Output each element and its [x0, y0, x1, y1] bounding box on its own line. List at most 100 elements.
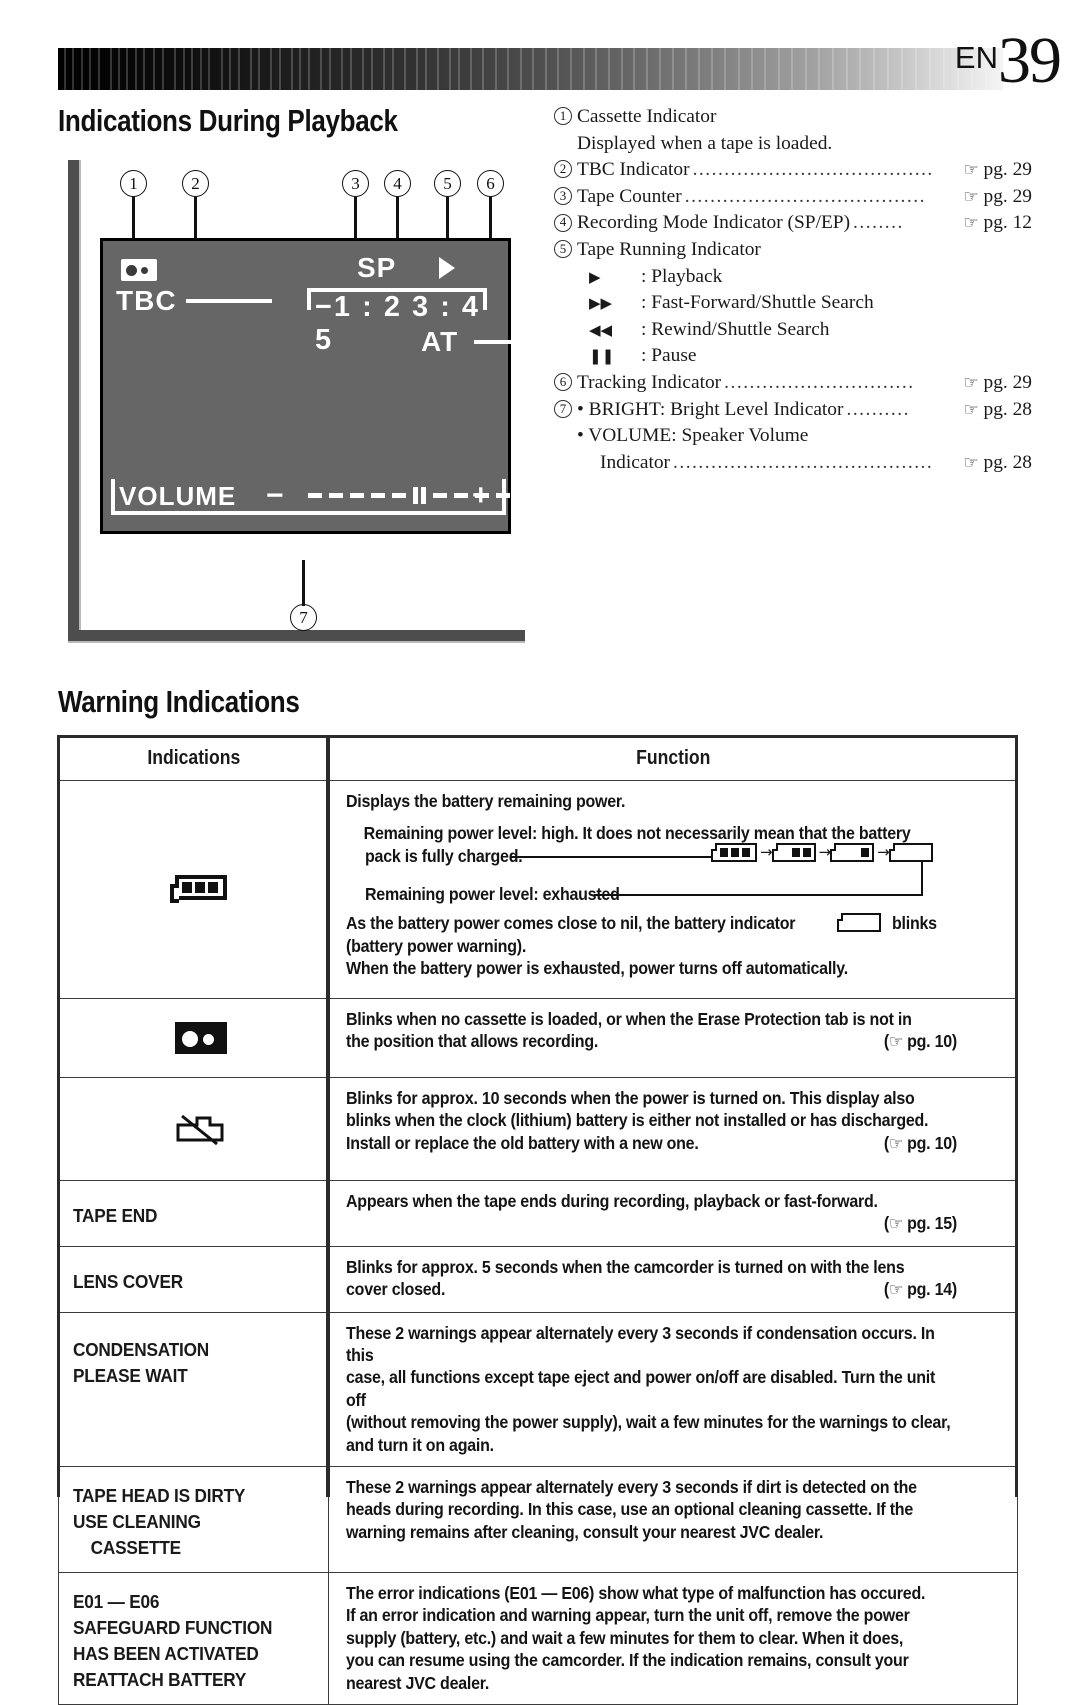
- battery-line-7: When the battery power is exhausted, pow…: [346, 958, 848, 979]
- callout-number-1: 1: [120, 170, 147, 197]
- error-line-4: you can resume using the camcorder. If t…: [346, 1650, 909, 1671]
- table-outer-border-top: [58, 735, 1018, 738]
- tape-counter-value: −1 : 2 3 : 4 5: [315, 291, 481, 356]
- indication-label: LENS COVER: [73, 1270, 184, 1292]
- gradient-stripe: [698, 48, 700, 90]
- gradient-stripe: [174, 48, 176, 90]
- legend-label: TBC Indicator: [577, 159, 690, 181]
- callout-number-3: 3: [342, 170, 369, 197]
- table-row-cassette: Blinks when no cassette is loaded, or wh…: [58, 998, 1018, 1078]
- tape-head-line-2: heads during recording. In this case, us…: [346, 1499, 913, 1520]
- gradient-stripe: [153, 48, 155, 90]
- page-header: EN39: [0, 0, 1080, 110]
- table-row-tape-head-dirty: TAPE HEAD IS DIRTY USE CLEANING CASSETTE…: [58, 1466, 1018, 1574]
- pointing-hand-icon: ☞: [888, 1280, 903, 1301]
- pointing-hand-icon: ☞: [963, 372, 979, 393]
- condensation-line-2: case, all functions except tape eject an…: [346, 1367, 936, 1410]
- battery-3-bars-icon: [711, 843, 757, 863]
- function-cell-condensation: These 2 warnings appear alternately ever…: [328, 1311, 1018, 1468]
- indication-cell-lithium: [58, 1077, 329, 1181]
- volume-center-marker: [413, 487, 426, 504]
- callout-number-7: 7: [290, 604, 317, 631]
- cassette-indicator-icon: [121, 259, 157, 281]
- battery-line-4: Remaining power level: exhausted: [365, 884, 620, 905]
- gradient-stripe: [118, 48, 120, 90]
- gradient-stripe: [583, 48, 585, 90]
- gradient-stripe: [320, 48, 322, 90]
- lens-cover-line-1: Blinks for approx. 5 seconds when the ca…: [346, 1256, 905, 1277]
- tracking-leader-line: [474, 340, 516, 344]
- diagram-bracket-horizontal: [68, 630, 525, 643]
- gradient-stripe: [545, 48, 547, 90]
- legend-item-2: 2 TBC Indicator ........................…: [554, 157, 1032, 184]
- page-ref: (☞ pg. 10): [883, 1031, 958, 1053]
- gradient-stripe: [887, 48, 889, 90]
- lithium-line-1: Blinks for approx. 10 seconds when the p…: [346, 1088, 915, 1108]
- page-ref: (☞ pg. 14): [883, 1279, 958, 1301]
- lithium-line-3: (☞ pg. 10) Install or replace the old ba…: [346, 1132, 957, 1154]
- legend-number: 3: [554, 187, 572, 206]
- cassette-warning-icon: [174, 1022, 227, 1054]
- pointing-hand-icon: ☞: [963, 399, 979, 420]
- gradient-stripe: [915, 48, 917, 90]
- battery-empty-icon: [888, 843, 933, 863]
- volume-dash: [454, 493, 468, 498]
- gradient-stripe: [350, 48, 352, 90]
- tape-running-label: : Playback: [641, 265, 723, 287]
- battery-line-1: Displays the battery remaining power.: [346, 791, 626, 811]
- page-ref-value: pg. 10: [907, 1031, 952, 1052]
- callout-number-6: 6: [477, 170, 504, 197]
- tbc-leader-line: [186, 299, 272, 303]
- leader-dots: ..............................: [724, 371, 915, 393]
- error-line-1: The error indications (E01 — E06) show w…: [346, 1583, 926, 1604]
- playback-display-diagram: 1 2 3 4 5 6 7 TBC SP −1 : 2 3 : 4 5 AT V…: [58, 160, 531, 660]
- gradient-stripe: [685, 48, 687, 90]
- indication-cell-battery: [58, 780, 329, 999]
- volume-level-dashes: [308, 487, 531, 504]
- tracking-indicator: AT: [421, 326, 459, 357]
- legend-page-ref: ☞ pg. 29: [963, 370, 1032, 397]
- lens-cover-line-2: (☞ pg. 14) cover closed.: [346, 1278, 957, 1300]
- cassette-line-1: Blinks when no cassette is loaded, or wh…: [346, 1009, 912, 1029]
- indication-cell-tape-end: TAPE END: [58, 1180, 329, 1247]
- leader-dots: ......................................: [684, 185, 926, 207]
- rewind-icon: ◀◀: [589, 320, 613, 339]
- gradient-stripe: [200, 48, 202, 90]
- indication-cell-condensation: CONDENSATION PLEASE WAIT: [58, 1311, 329, 1468]
- legend-label: • BRIGHT: Bright Level Indicator: [577, 398, 844, 420]
- gradient-stripe: [805, 48, 807, 90]
- gradient-stripe: [595, 48, 597, 90]
- battery-line-2: Remaining power level: high. It does not…: [363, 823, 911, 844]
- error-line-5: nearest JVC dealer.: [346, 1672, 490, 1693]
- gradient-stripe: [557, 48, 559, 90]
- indication-label: CASSETTE: [90, 1537, 181, 1559]
- counter-bracket-tick-left: [307, 288, 311, 310]
- pointing-hand-icon: ☞: [888, 1032, 903, 1053]
- gradient-stripe: [470, 48, 472, 90]
- legend-volume-sublabel: Indicator: [600, 451, 670, 473]
- callout-number-2: 2: [182, 170, 209, 197]
- indications-legend: 1 Cassette Indicator Displayed when a ta…: [554, 104, 1032, 476]
- legend-volume-label: • VOLUME: Speaker Volume: [577, 425, 809, 447]
- volume-dash: [329, 493, 343, 498]
- indication-cell-tape-head-dirty: TAPE HEAD IS DIRTY USE CLEANING CASSETTE: [58, 1466, 329, 1574]
- battery-line-5: As the battery power comes close to nil,…: [346, 913, 796, 934]
- column-header-function-label: Function: [635, 747, 711, 769]
- table-row-condensation: CONDENSATION PLEASE WAIT These 2 warning…: [58, 1311, 1018, 1468]
- table-header-row: Indications Function: [58, 737, 1018, 781]
- tape-head-line-1: These 2 warnings appear alternately ever…: [346, 1477, 917, 1498]
- leader-dots: ..........: [846, 398, 910, 420]
- indication-label: HAS BEEN ACTIVATED: [73, 1643, 259, 1665]
- lithium-battery-slash-icon: [176, 1114, 223, 1145]
- gradient-stripe: [570, 48, 572, 90]
- callout-number-5: 5: [434, 170, 461, 197]
- gradient-stripe: [229, 48, 231, 90]
- gradient-stripe: [495, 48, 497, 90]
- legend-sublabel: Displayed when a tape is loaded.: [577, 132, 833, 154]
- tbc-indicator: TBC: [116, 285, 177, 316]
- tape-end-page: (☞ pg. 15): [883, 1213, 958, 1235]
- error-line-3: supply (battery, etc.) and wait a few mi…: [346, 1627, 904, 1648]
- gradient-stripe: [818, 48, 820, 90]
- gradient-stripe: [425, 48, 427, 90]
- gradient-stripe: [221, 48, 223, 90]
